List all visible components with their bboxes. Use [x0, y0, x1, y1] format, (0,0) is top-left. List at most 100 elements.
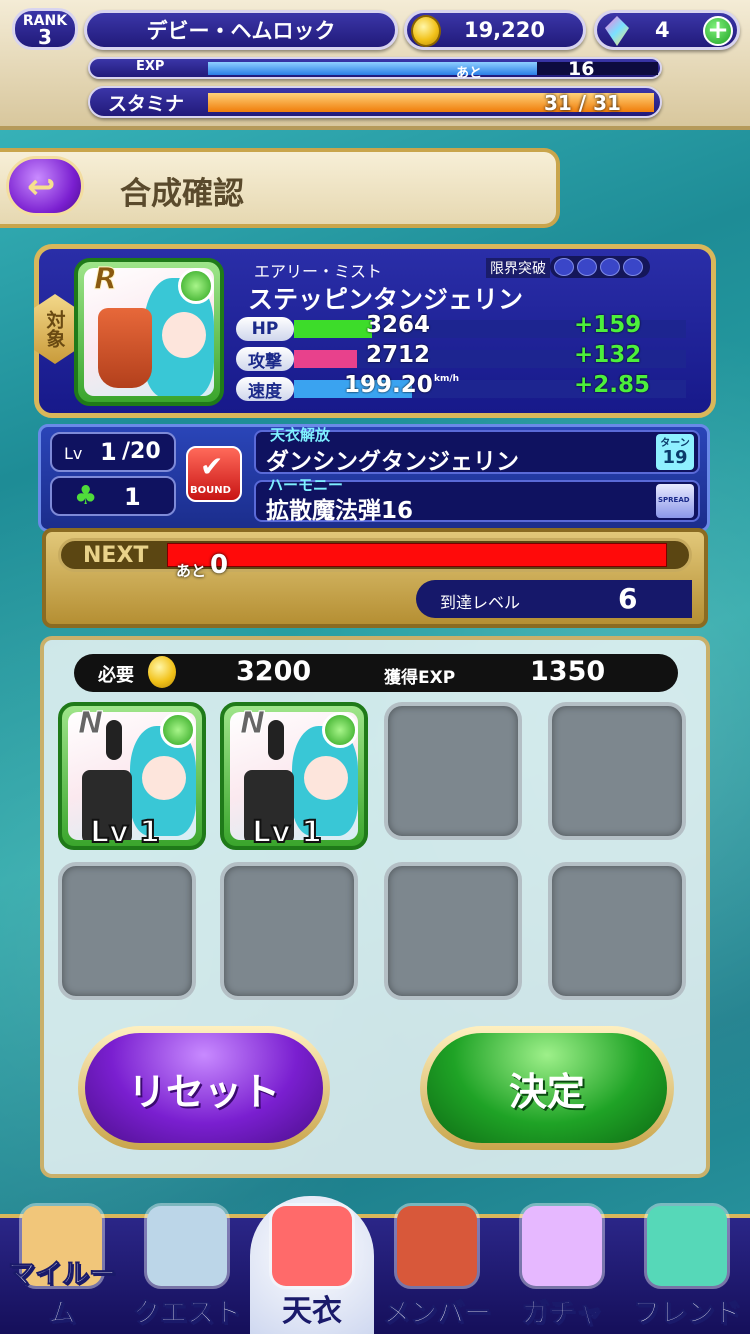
bunny-ears — [268, 720, 284, 760]
turn-value: 19 — [662, 447, 688, 468]
title-banner — [0, 148, 560, 228]
next-remaining-value: 0 — [210, 550, 229, 580]
limit-break-orbs — [550, 256, 650, 278]
reach-level-box: 到達レベル 6 — [416, 580, 692, 618]
empty-material-slot[interactable] — [220, 862, 358, 1000]
cost-label: 必要 — [98, 665, 134, 686]
stat-bonus: +132 — [574, 342, 642, 368]
material-face — [304, 756, 348, 800]
next-bar: NEXT — [58, 538, 692, 572]
clover-box: ♣ 1 — [50, 476, 176, 516]
empty-material-slot[interactable] — [384, 862, 522, 1000]
target-card-portrait[interactable]: R — [74, 258, 224, 406]
material-rarity: N — [77, 706, 104, 742]
element-wind-icon — [322, 712, 358, 748]
player-name: デビー・ヘムロック — [146, 19, 336, 43]
rank-value: 3 — [38, 25, 52, 49]
nav-label: 天衣 — [282, 1294, 342, 1329]
empty-material-slot[interactable] — [384, 702, 522, 840]
stat-label: HP — [236, 317, 294, 341]
add-gems-button[interactable]: + — [703, 16, 733, 46]
gem-icon — [605, 16, 629, 46]
stat-label: 攻撃 — [236, 347, 294, 372]
gems-pill[interactable]: 4 + — [594, 10, 740, 50]
stat-row: 攻撃 2712 +132 — [236, 342, 688, 372]
nav-label: フレンド — [633, 1298, 742, 1330]
stat-value: 3264 — [366, 312, 431, 338]
material-card[interactable]: N Lv 1 — [58, 702, 206, 850]
emblem-icon — [397, 1206, 477, 1286]
stat-row: 速度 199.20 km/h +2.85 — [236, 372, 688, 402]
nav-item[interactable]: ガチャ — [500, 1196, 624, 1334]
limit-break-orb — [600, 258, 620, 276]
stamina-bar: スタミナ 31 / 31 — [88, 86, 662, 118]
exp-label: EXP — [136, 59, 165, 74]
skill-row[interactable]: 天衣解放 ダンシングタンジェリン ターン 19 — [254, 426, 700, 475]
level-value: 1 — [100, 438, 117, 466]
stat-value: 199.20 — [344, 372, 433, 398]
portrait-face — [162, 312, 206, 358]
stamina-value: 31 / 31 — [544, 91, 621, 115]
empty-material-slot[interactable] — [548, 702, 686, 840]
level-max: /20 — [122, 439, 161, 464]
material-level: Lv 1 — [251, 814, 323, 850]
player-name-pill[interactable]: デビー・ヘムロック — [84, 10, 398, 50]
nav-label: ガチャ — [521, 1298, 603, 1330]
stat-bonus: +2.85 — [574, 372, 651, 398]
nav-label: クエスト — [133, 1298, 242, 1330]
nav-item[interactable]: クエスト — [125, 1196, 249, 1334]
turn-badge: ターン 19 — [656, 434, 694, 470]
cost-value: 3200 — [236, 656, 312, 687]
back-button[interactable]: ↩ — [6, 156, 84, 216]
limit-break-orb — [554, 258, 574, 276]
nav-item[interactable]: フレンド — [625, 1196, 749, 1334]
exp-bar: EXP あと 16 — [88, 57, 662, 81]
portrait-outfit — [98, 308, 152, 388]
material-rarity: N — [239, 706, 266, 742]
stat-bonus: +159 — [574, 312, 642, 338]
reach-level-value: 6 — [618, 582, 638, 615]
handshake-icon — [647, 1206, 727, 1286]
element-wind-icon — [178, 268, 214, 304]
coin-count: 19,220 — [463, 18, 545, 42]
card-series: エアリー・ミスト — [254, 262, 383, 281]
reset-label: リセット — [127, 1069, 280, 1114]
rarity-badge: R — [93, 262, 118, 298]
city-icon — [147, 1206, 227, 1286]
level-box: Lv 1 /20 — [50, 432, 176, 472]
target-side-badge: 対象 — [34, 294, 76, 364]
nav-item[interactable]: 天衣 — [250, 1196, 374, 1334]
nav-item[interactable]: マイルーム — [0, 1196, 124, 1334]
nav-item[interactable]: メンバー — [375, 1196, 499, 1334]
gain-exp-value: 1350 — [530, 656, 606, 687]
stat-fill — [294, 320, 373, 338]
next-label: NEXT — [83, 543, 149, 568]
gem-count: 4 — [655, 18, 670, 42]
empty-material-slot[interactable] — [548, 862, 686, 1000]
confirm-button-face: 決定 — [427, 1033, 667, 1143]
nav-label: メンバー — [383, 1298, 492, 1330]
card-name: ステッピンタンジェリン — [248, 285, 524, 314]
skill-name: ダンシングタンジェリン — [266, 449, 519, 475]
stat-fill — [294, 350, 357, 368]
check-icon: ✔ — [200, 450, 224, 483]
level-label: Lv — [64, 444, 83, 463]
back-arrow-icon: ↩ — [27, 167, 56, 207]
exp-remaining-label: あと — [456, 66, 483, 81]
bound-badge[interactable]: ✔ BOUND — [186, 446, 242, 502]
material-card[interactable]: N Lv 1 — [220, 702, 368, 850]
limit-break-orb — [623, 258, 643, 276]
rank-badge[interactable]: RANK 3 — [12, 8, 78, 50]
coin-icon — [411, 15, 441, 47]
harmony-name: 拡散魔法弾16 — [266, 498, 414, 524]
reset-button-face: リセット — [85, 1033, 323, 1143]
coins-pill[interactable]: 19,220 — [404, 10, 586, 50]
cost-coin-icon — [148, 656, 176, 688]
element-wind-icon — [160, 712, 196, 748]
confirm-button[interactable]: 決定 — [420, 1026, 674, 1150]
reset-button[interactable]: リセット — [78, 1026, 330, 1150]
empty-material-slot[interactable] — [58, 862, 196, 1000]
bunny-ears — [106, 720, 122, 760]
harmony-row[interactable]: ハーモニー 拡散魔法弾16 SPREAD — [254, 476, 700, 524]
next-remaining-label: あと — [176, 562, 207, 580]
